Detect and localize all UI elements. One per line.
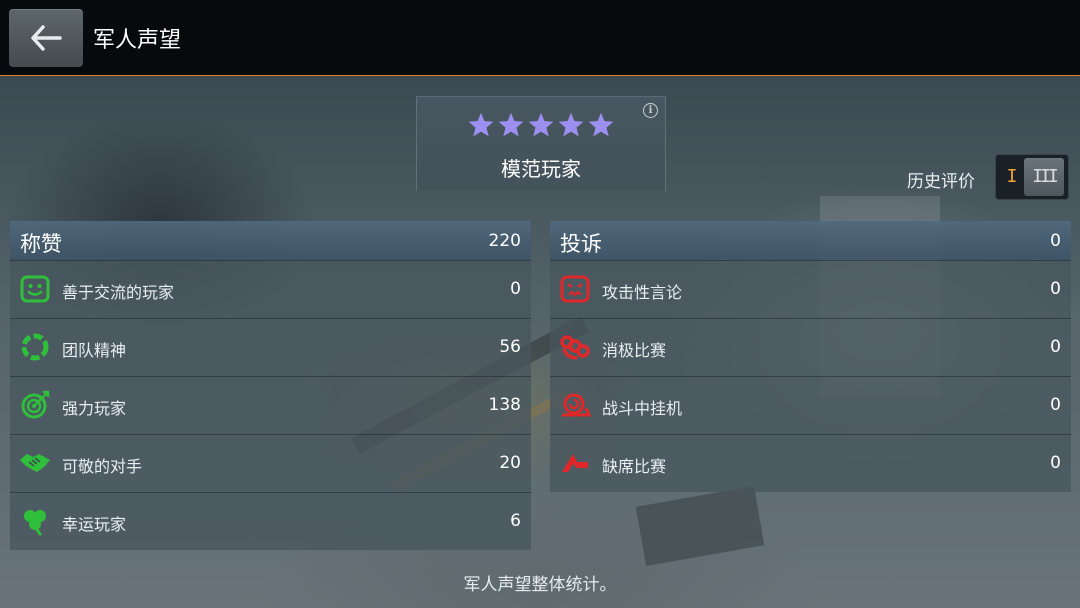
praise-value: 56 — [499, 337, 521, 357]
praise-value: 20 — [499, 453, 521, 473]
praise-header: 称赞 220 — [10, 221, 531, 260]
complaint-value: 0 — [1050, 395, 1061, 415]
praise-title: 称赞 — [20, 232, 62, 256]
praise-row: 强力玩家 138 — [10, 376, 531, 434]
footer-note: 军人声望整体统计。 — [463, 575, 617, 595]
complaints-header: 投诉 0 — [550, 221, 1071, 260]
target-icon — [19, 390, 51, 420]
page-title: 军人声望 — [93, 28, 182, 53]
complaint-row: 攻击性言论 0 — [550, 260, 1071, 318]
brass-knuckles-icon — [559, 332, 591, 362]
praise-row: 团队精神 56 — [10, 318, 531, 376]
angry-face-icon — [559, 274, 591, 304]
arrow-left-icon — [31, 25, 62, 51]
top-bar: 军人声望 — [0, 0, 1080, 76]
complaint-label: 消极比赛 — [602, 341, 667, 360]
praise-label: 善于交流的玩家 — [62, 283, 175, 302]
praise-label: 团队精神 — [62, 341, 127, 360]
complaint-label: 缺席比赛 — [602, 457, 667, 476]
complaints-panel: 投诉 0 攻击性言论 0 消极比赛 0 战斗中挂机 0 缺席比赛 0 — [550, 221, 1071, 492]
complaint-value: 0 — [1050, 279, 1061, 299]
complaint-row: 缺席比赛 0 — [550, 434, 1071, 492]
toggle-option-three[interactable]: III — [1024, 158, 1064, 196]
smile-icon — [19, 274, 51, 304]
star-icon — [558, 112, 584, 137]
complaint-value: 0 — [1050, 337, 1061, 357]
toggle-option-one[interactable]: I — [1003, 166, 1021, 188]
complaint-value: 0 — [1050, 453, 1061, 473]
handshake-icon — [19, 448, 51, 478]
praise-label: 强力玩家 — [62, 399, 127, 418]
praise-label: 可敬的对手 — [62, 457, 143, 476]
praise-value: 138 — [488, 395, 521, 415]
complaint-label: 攻击性言论 — [602, 283, 683, 302]
reputation-rating-card: i 模范玩家 — [416, 96, 666, 191]
star-icon — [498, 112, 524, 137]
back-button[interactable] — [9, 9, 83, 67]
rating-stars — [417, 111, 665, 143]
star-icon — [468, 112, 494, 137]
rating-title: 模范玩家 — [501, 157, 581, 181]
praise-value: 6 — [510, 511, 521, 531]
praise-row: 善于交流的玩家 0 — [10, 260, 531, 318]
history-rating-label: 历史评价 — [907, 172, 975, 192]
snail-icon — [559, 390, 592, 420]
praise-label: 幸运玩家 — [62, 515, 127, 534]
complaint-row: 消极比赛 0 — [550, 318, 1071, 376]
clover-icon — [19, 506, 51, 537]
praise-count: 220 — [488, 231, 521, 251]
praise-panel: 称赞 220 善于交流的玩家 0 团队精神 56 强力玩家 138 可敬的对手 20 幸运玩家 6 — [10, 221, 531, 550]
star-icon — [588, 112, 614, 137]
complaint-label: 战斗中挂机 — [602, 399, 683, 418]
praise-value: 0 — [510, 279, 521, 299]
exit-icon — [559, 448, 591, 478]
praise-row: 幸运玩家 6 — [10, 492, 531, 550]
complaints-count: 0 — [1050, 231, 1061, 251]
star-icon — [528, 112, 554, 137]
complaint-row: 战斗中挂机 0 — [550, 376, 1071, 434]
complaints-title: 投诉 — [560, 232, 602, 256]
praise-row: 可敬的对手 20 — [10, 434, 531, 492]
history-toggle[interactable]: I III — [995, 154, 1069, 200]
team-circle-icon — [19, 332, 51, 362]
